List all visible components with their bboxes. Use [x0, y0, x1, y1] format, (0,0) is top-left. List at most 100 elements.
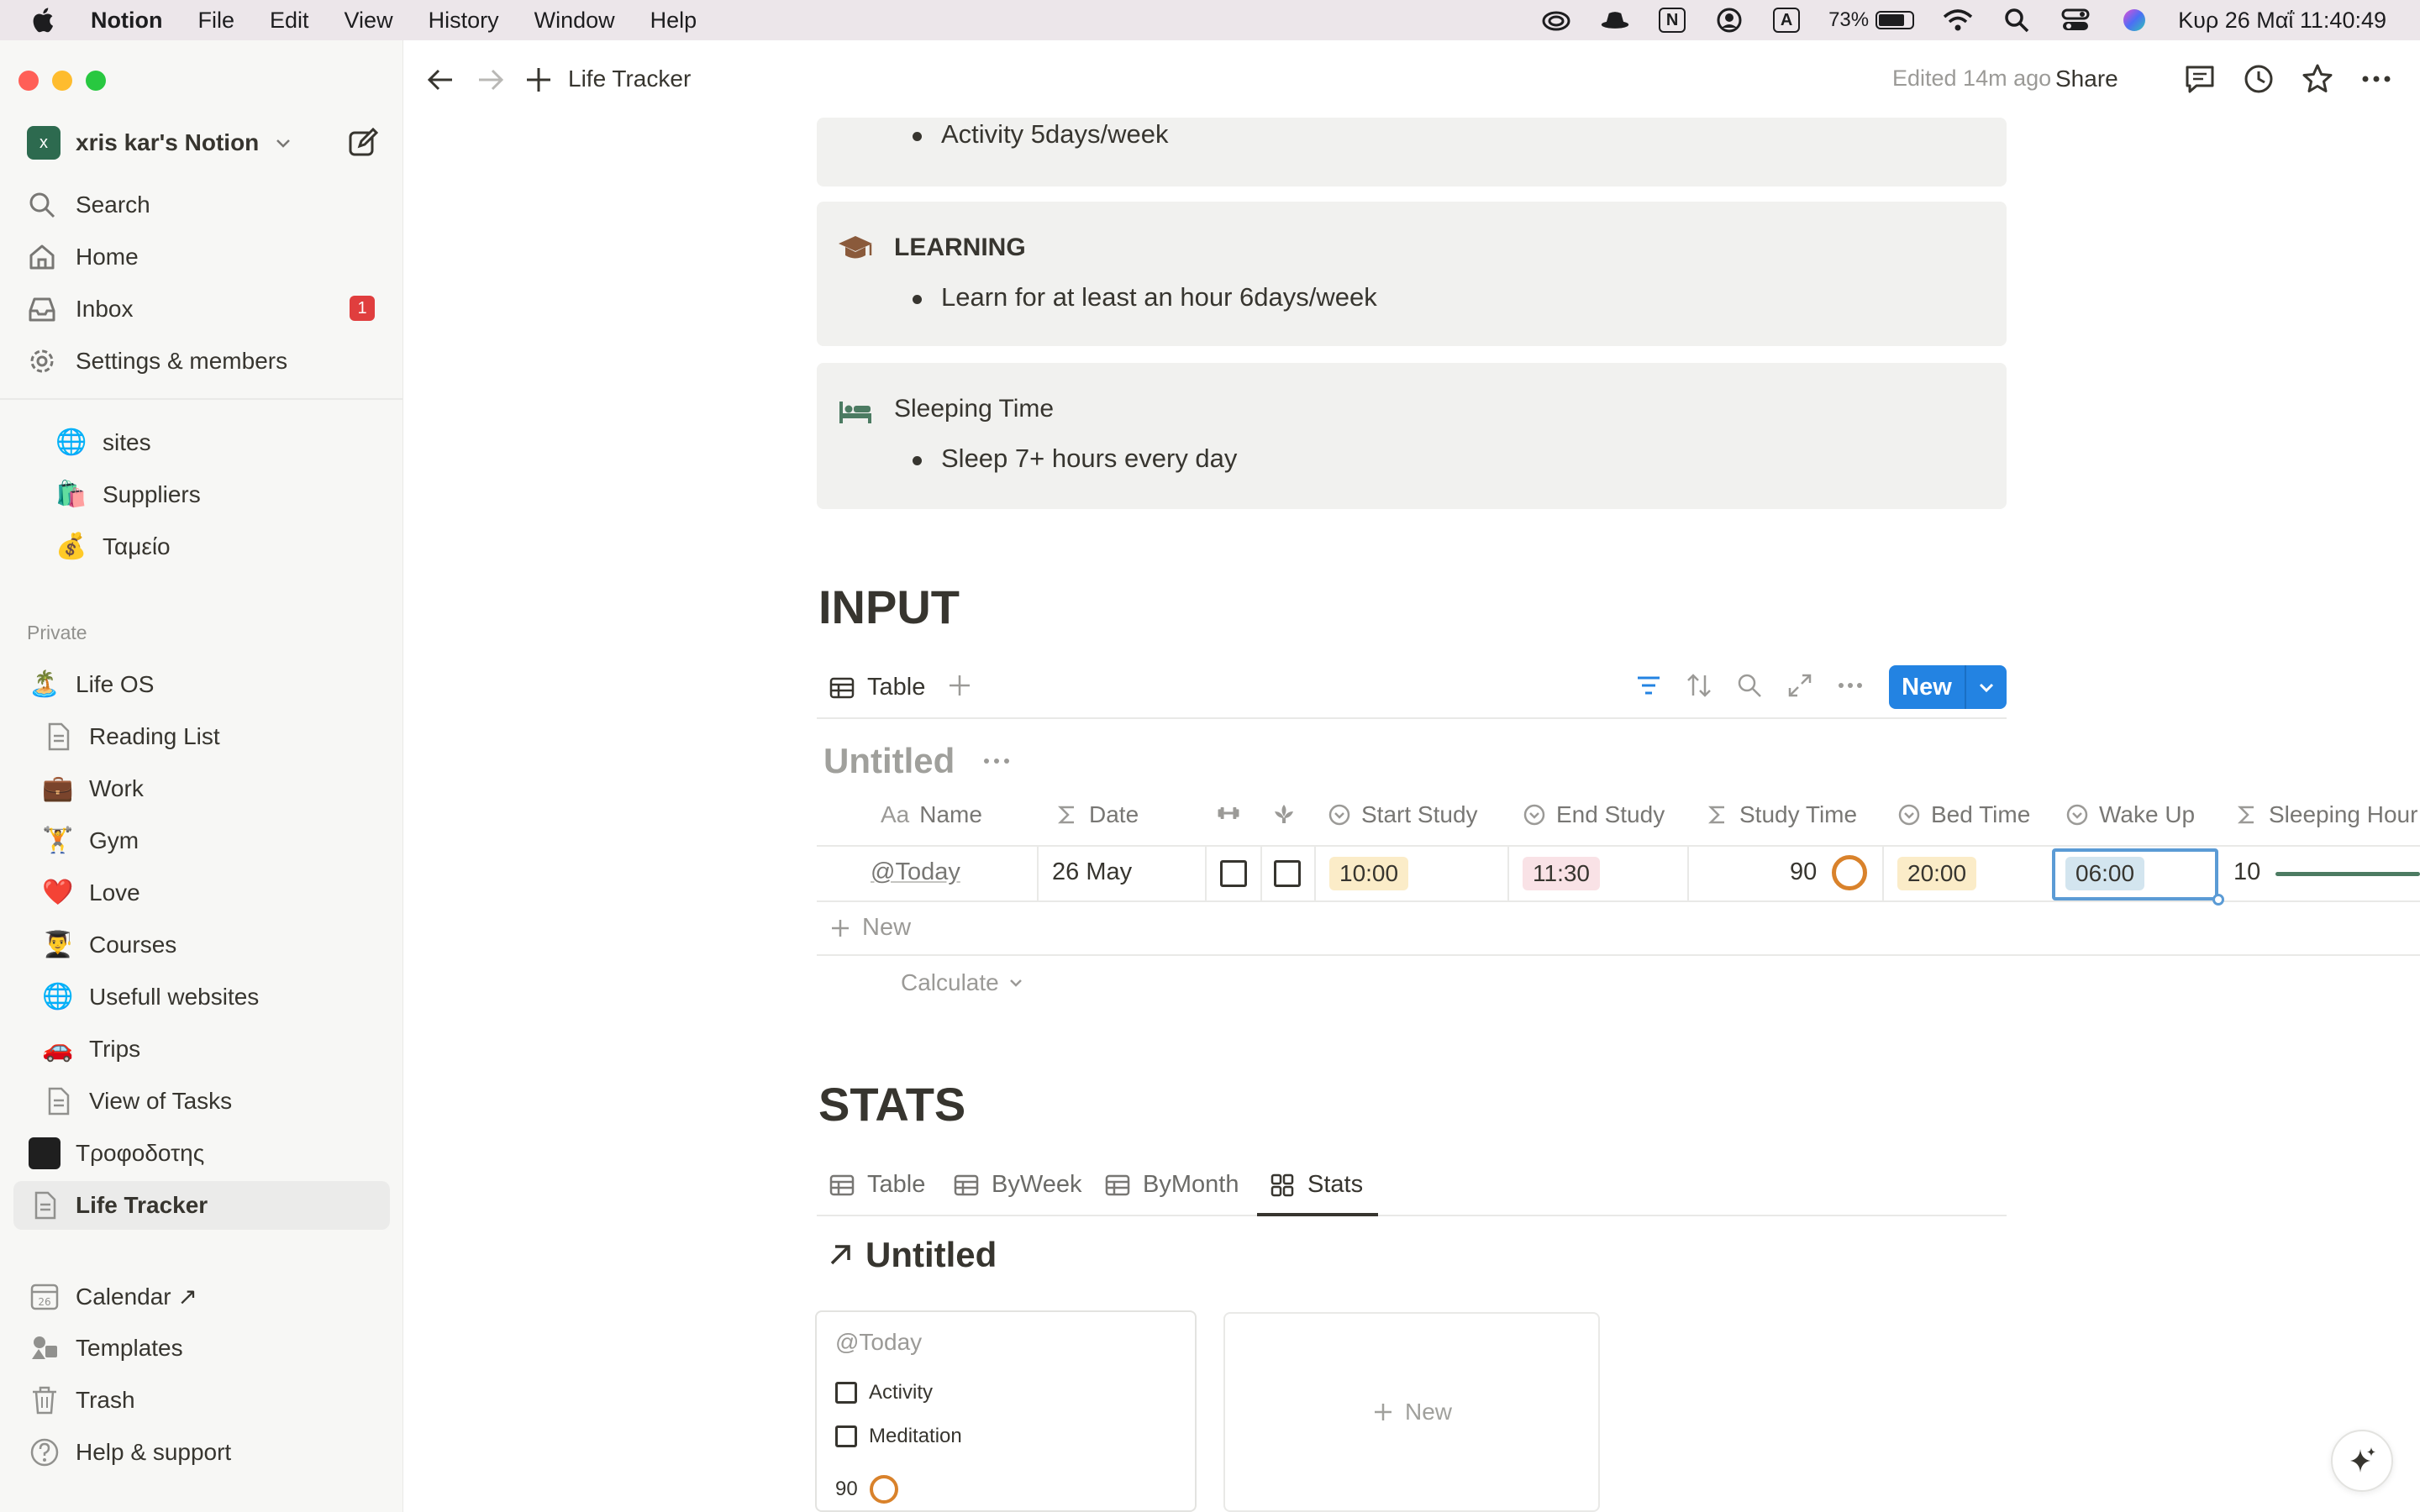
tab-table[interactable]: Table	[829, 1171, 925, 1199]
add-new-row[interactable]: New	[829, 914, 911, 942]
heading-stats[interactable]: STATS	[818, 1077, 965, 1131]
cell-resize-handle[interactable]	[2212, 894, 2224, 906]
control-center-icon[interactable]	[2060, 8, 2091, 33]
sidebar-page-usefull-websites[interactable]: 🌐 Usefull websites	[42, 981, 259, 1013]
expand-arrows-icon[interactable]	[1785, 670, 1815, 701]
column-header-wake-up[interactable]: Wake Up	[2065, 801, 2195, 828]
sidebar-calendar[interactable]: 26 Calendar ↗	[29, 1280, 197, 1312]
linked-database-title[interactable]: Untitled	[825, 1235, 997, 1275]
filter-icon[interactable]	[1634, 670, 1664, 701]
card-checkbox-meditation[interactable]: Meditation	[835, 1425, 962, 1448]
column-header-activity[interactable]	[1217, 801, 1240, 825]
tab-table[interactable]: Table	[829, 674, 925, 701]
callout-bullet[interactable]: Sleep 7+ hours every day	[912, 444, 1237, 474]
add-view-plus-icon[interactable]	[944, 670, 975, 701]
spotlight-search-icon[interactable]	[2002, 8, 2032, 33]
column-header-end-study[interactable]: End Study	[1523, 801, 1665, 828]
cell-wake-up[interactable]: 06:00	[2065, 857, 2145, 890]
tab-bymonth[interactable]: ByMonth	[1104, 1171, 1239, 1199]
card-checkbox-activity[interactable]: Activity	[835, 1381, 933, 1404]
sidebar-page-suppliers[interactable]: 🛍️ Suppliers	[55, 479, 200, 511]
new-entry-button[interactable]: New	[1889, 665, 2007, 709]
new-entry-dropdown[interactable]	[1966, 678, 2007, 696]
sidebar-page-trips[interactable]: 🚗 Trips	[42, 1033, 140, 1065]
column-header-meditation[interactable]	[1272, 801, 1296, 825]
breadcrumb[interactable]: Life Tracker	[568, 66, 691, 92]
column-header-name[interactable]: Aa Name	[881, 801, 982, 828]
cell-sleeping-hours[interactable]: 10	[2233, 858, 2260, 886]
zoom-window-button[interactable]	[86, 71, 106, 91]
notion-menubar-icon[interactable]: N	[1659, 8, 1686, 33]
sidebar-page-life-tracker[interactable]: Life Tracker	[13, 1181, 390, 1230]
menu-help[interactable]: Help	[650, 8, 697, 34]
sidebar-page-love[interactable]: ❤️ Love	[42, 877, 139, 909]
star-favorite-icon[interactable]	[2301, 62, 2334, 96]
column-header-date[interactable]: Date	[1055, 801, 1139, 828]
cell-activity-checkbox[interactable]	[1220, 860, 1247, 887]
callout-bullet[interactable]: Activity 5days/week	[913, 119, 1169, 150]
comment-icon[interactable]	[2183, 62, 2217, 96]
input-source-icon[interactable]: A	[1773, 8, 1801, 33]
sidebar-inbox[interactable]: Inbox	[27, 294, 134, 324]
heading-input[interactable]: INPUT	[818, 580, 960, 634]
sidebar-page-sites[interactable]: 🌐 sites	[55, 427, 150, 459]
battery-status[interactable]: 73%	[1828, 8, 1915, 32]
sidebar-settings[interactable]: Settings & members	[27, 346, 287, 376]
sidebar-trash[interactable]: Trash	[29, 1384, 135, 1416]
callout-sleeping-time[interactable]: Sleeping Time Sleep 7+ hours every day	[817, 363, 2007, 509]
callout-bullet[interactable]: Learn for at least an hour 6days/week	[913, 282, 1377, 312]
more-options-icon[interactable]	[2360, 62, 2393, 96]
calculate-dropdown[interactable]: Calculate	[901, 969, 1024, 996]
notion-ai-button[interactable]	[2331, 1430, 2393, 1492]
callout-learning[interactable]: LEARNING Learn for at least an hour 6day…	[817, 202, 2007, 346]
close-window-button[interactable]	[18, 71, 39, 91]
callout-title[interactable]: LEARNING	[894, 234, 1026, 262]
back-arrow-icon[interactable]	[425, 64, 457, 96]
sidebar-section-private[interactable]: Private	[27, 622, 87, 644]
column-header-bed-time[interactable]: Bed Time	[1897, 801, 2030, 828]
forward-arrow-icon[interactable]	[474, 64, 506, 96]
cell-date[interactable]: 26 May	[1052, 858, 1132, 886]
sidebar-page-gym[interactable]: 🏋️ Gym	[42, 825, 139, 857]
cell-bed-time[interactable]: 20:00	[1897, 857, 1977, 890]
menubar-clock[interactable]: Κυρ 26 Μαΐ 11:40:49	[2178, 8, 2386, 34]
cell-start-study[interactable]: 10:00	[1329, 857, 1409, 890]
wifi-icon[interactable]	[1943, 8, 1973, 33]
gallery-card[interactable]: @Today Activity Meditation 90	[815, 1310, 1197, 1512]
cell-end-study[interactable]: 11:30	[1523, 857, 1600, 890]
menu-file[interactable]: File	[197, 8, 234, 34]
menu-app-notion[interactable]: Notion	[91, 8, 162, 34]
column-header-start-study[interactable]: Start Study	[1328, 801, 1478, 828]
sidebar-page-courses[interactable]: 👨‍🎓 Courses	[42, 929, 176, 961]
menu-edit[interactable]: Edit	[270, 8, 309, 34]
menu-history[interactable]: History	[429, 8, 499, 34]
sidebar-help[interactable]: Help & support	[29, 1436, 231, 1468]
minimize-window-button[interactable]	[52, 71, 72, 91]
gallery-new-card-button[interactable]: New	[1223, 1312, 1600, 1512]
tab-byweek[interactable]: ByWeek	[953, 1171, 1081, 1199]
creative-cloud-icon[interactable]	[1541, 8, 1571, 33]
column-header-sleeping-hours[interactable]: Sleeping Hour	[2235, 801, 2417, 828]
sidebar-page-reading-list[interactable]: Reading List	[42, 721, 220, 753]
cell-meditation-checkbox[interactable]	[1274, 860, 1301, 887]
database-more-icon[interactable]	[980, 751, 1013, 771]
menu-window[interactable]: Window	[534, 8, 615, 34]
incognito-hat-icon[interactable]	[1600, 8, 1630, 33]
more-options-icon[interactable]	[1835, 670, 1865, 701]
sidebar-page-view-of-tasks[interactable]: View of Tasks	[42, 1085, 232, 1117]
user-account-icon[interactable]	[1714, 8, 1744, 33]
sort-icon[interactable]	[1684, 670, 1714, 701]
column-header-study-time[interactable]: Study Time	[1706, 801, 1857, 828]
callout-title[interactable]: Sleeping Time	[894, 395, 1054, 423]
sidebar-page-life-os[interactable]: 🏝️ Life OS	[29, 669, 154, 701]
share-button[interactable]: Share	[2055, 66, 2118, 92]
tab-stats[interactable]: Stats	[1269, 1171, 1363, 1199]
workspace-switcher[interactable]: x xris kar's Notion	[27, 126, 292, 160]
clock-history-icon[interactable]	[2242, 62, 2275, 96]
sidebar-templates[interactable]: Templates	[29, 1332, 183, 1364]
plus-icon[interactable]	[523, 64, 555, 96]
sidebar-search[interactable]: Search	[27, 190, 150, 220]
sidebar-home[interactable]: Home	[27, 242, 139, 272]
siri-icon[interactable]	[2119, 8, 2149, 33]
cell-name[interactable]: @Today	[871, 858, 960, 886]
